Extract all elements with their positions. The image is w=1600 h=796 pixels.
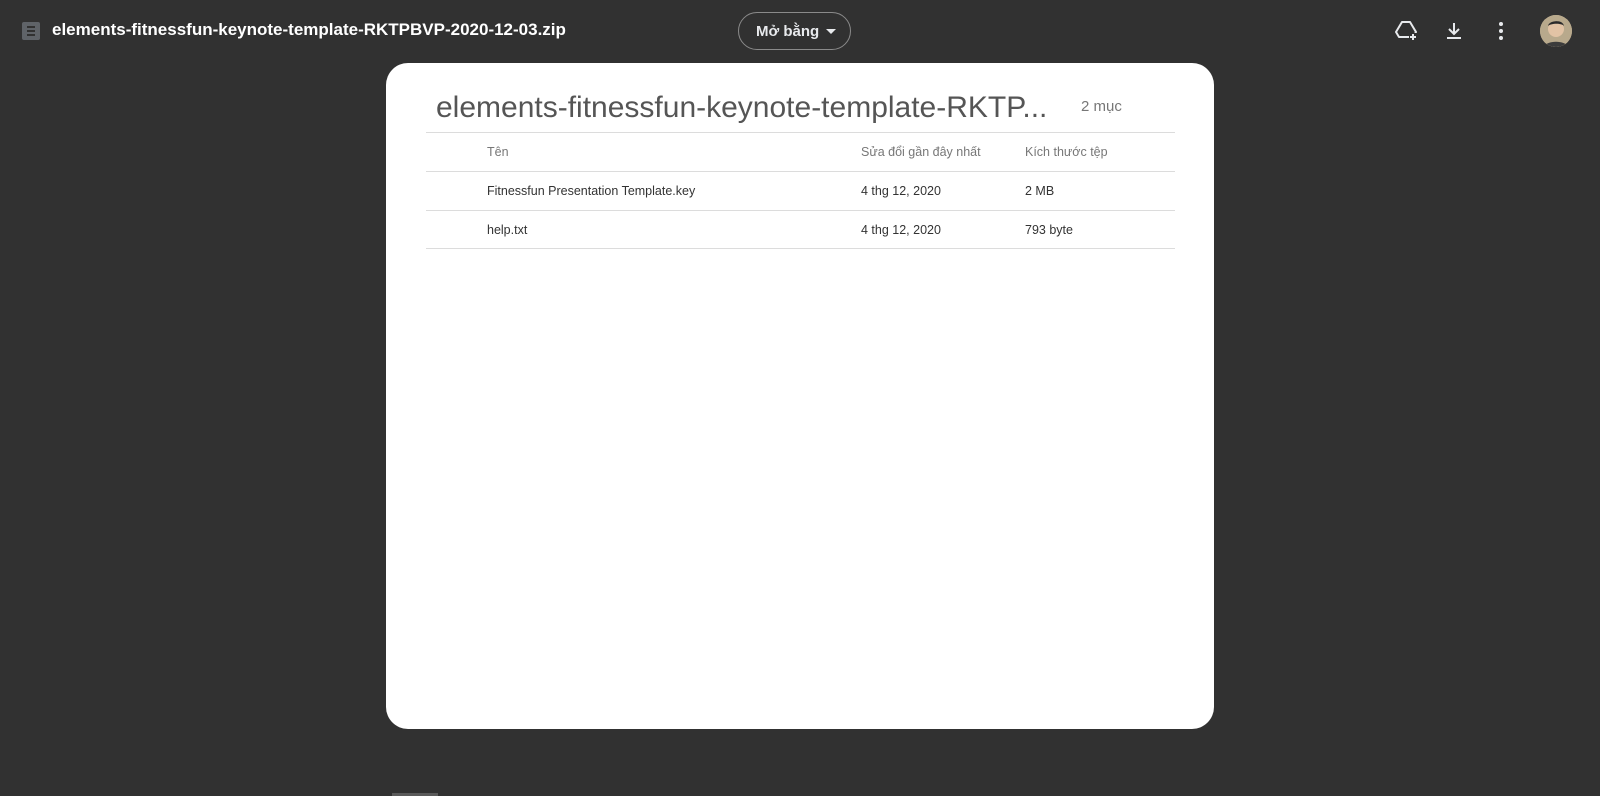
- file-size: 793 byte: [1025, 223, 1073, 237]
- archive-preview-card: elements-fitnessfun-keynote-template-RKT…: [386, 63, 1214, 729]
- add-to-drive-icon[interactable]: [1392, 17, 1420, 45]
- column-header-size: Kích thước tệp: [1025, 145, 1108, 159]
- zip-file-icon: [22, 22, 40, 40]
- archive-name: elements-fitnessfun-keynote-template-RKT…: [436, 91, 1048, 124]
- card-header: elements-fitnessfun-keynote-template-RKT…: [436, 91, 1136, 131]
- file-name: Fitnessfun Presentation Template.key: [487, 184, 696, 198]
- open-with-label: Mở bằng: [756, 22, 820, 40]
- file-table: Tên Sửa đổi gần đây nhất Kích thước tệp …: [426, 132, 1175, 249]
- avatar[interactable]: [1540, 15, 1572, 47]
- file-size: 2 MB: [1025, 184, 1055, 198]
- open-with-button[interactable]: Mở bằng: [738, 12, 851, 50]
- more-vert-icon[interactable]: [1487, 17, 1515, 45]
- column-header-name: Tên: [487, 145, 509, 159]
- file-title: elements-fitnessfun-keynote-template-RKT…: [52, 20, 566, 39]
- file-modified: 4 thg 12, 2020: [861, 184, 941, 198]
- column-header-modified: Sửa đổi gần đây nhất: [861, 145, 981, 159]
- table-row[interactable]: help.txt 4 thg 12, 2020 793 byte: [426, 210, 1175, 249]
- table-row[interactable]: Fitnessfun Presentation Template.key 4 t…: [426, 171, 1175, 210]
- file-modified: 4 thg 12, 2020: [861, 223, 941, 237]
- download-icon[interactable]: [1440, 17, 1468, 45]
- chevron-down-icon: [826, 29, 836, 34]
- item-count: 2 mục: [1081, 98, 1122, 115]
- table-header-row: Tên Sửa đổi gần đây nhất Kích thước tệp: [426, 132, 1175, 171]
- file-name: help.txt: [487, 223, 528, 237]
- top-bar: elements-fitnessfun-keynote-template-RKT…: [0, 0, 1600, 62]
